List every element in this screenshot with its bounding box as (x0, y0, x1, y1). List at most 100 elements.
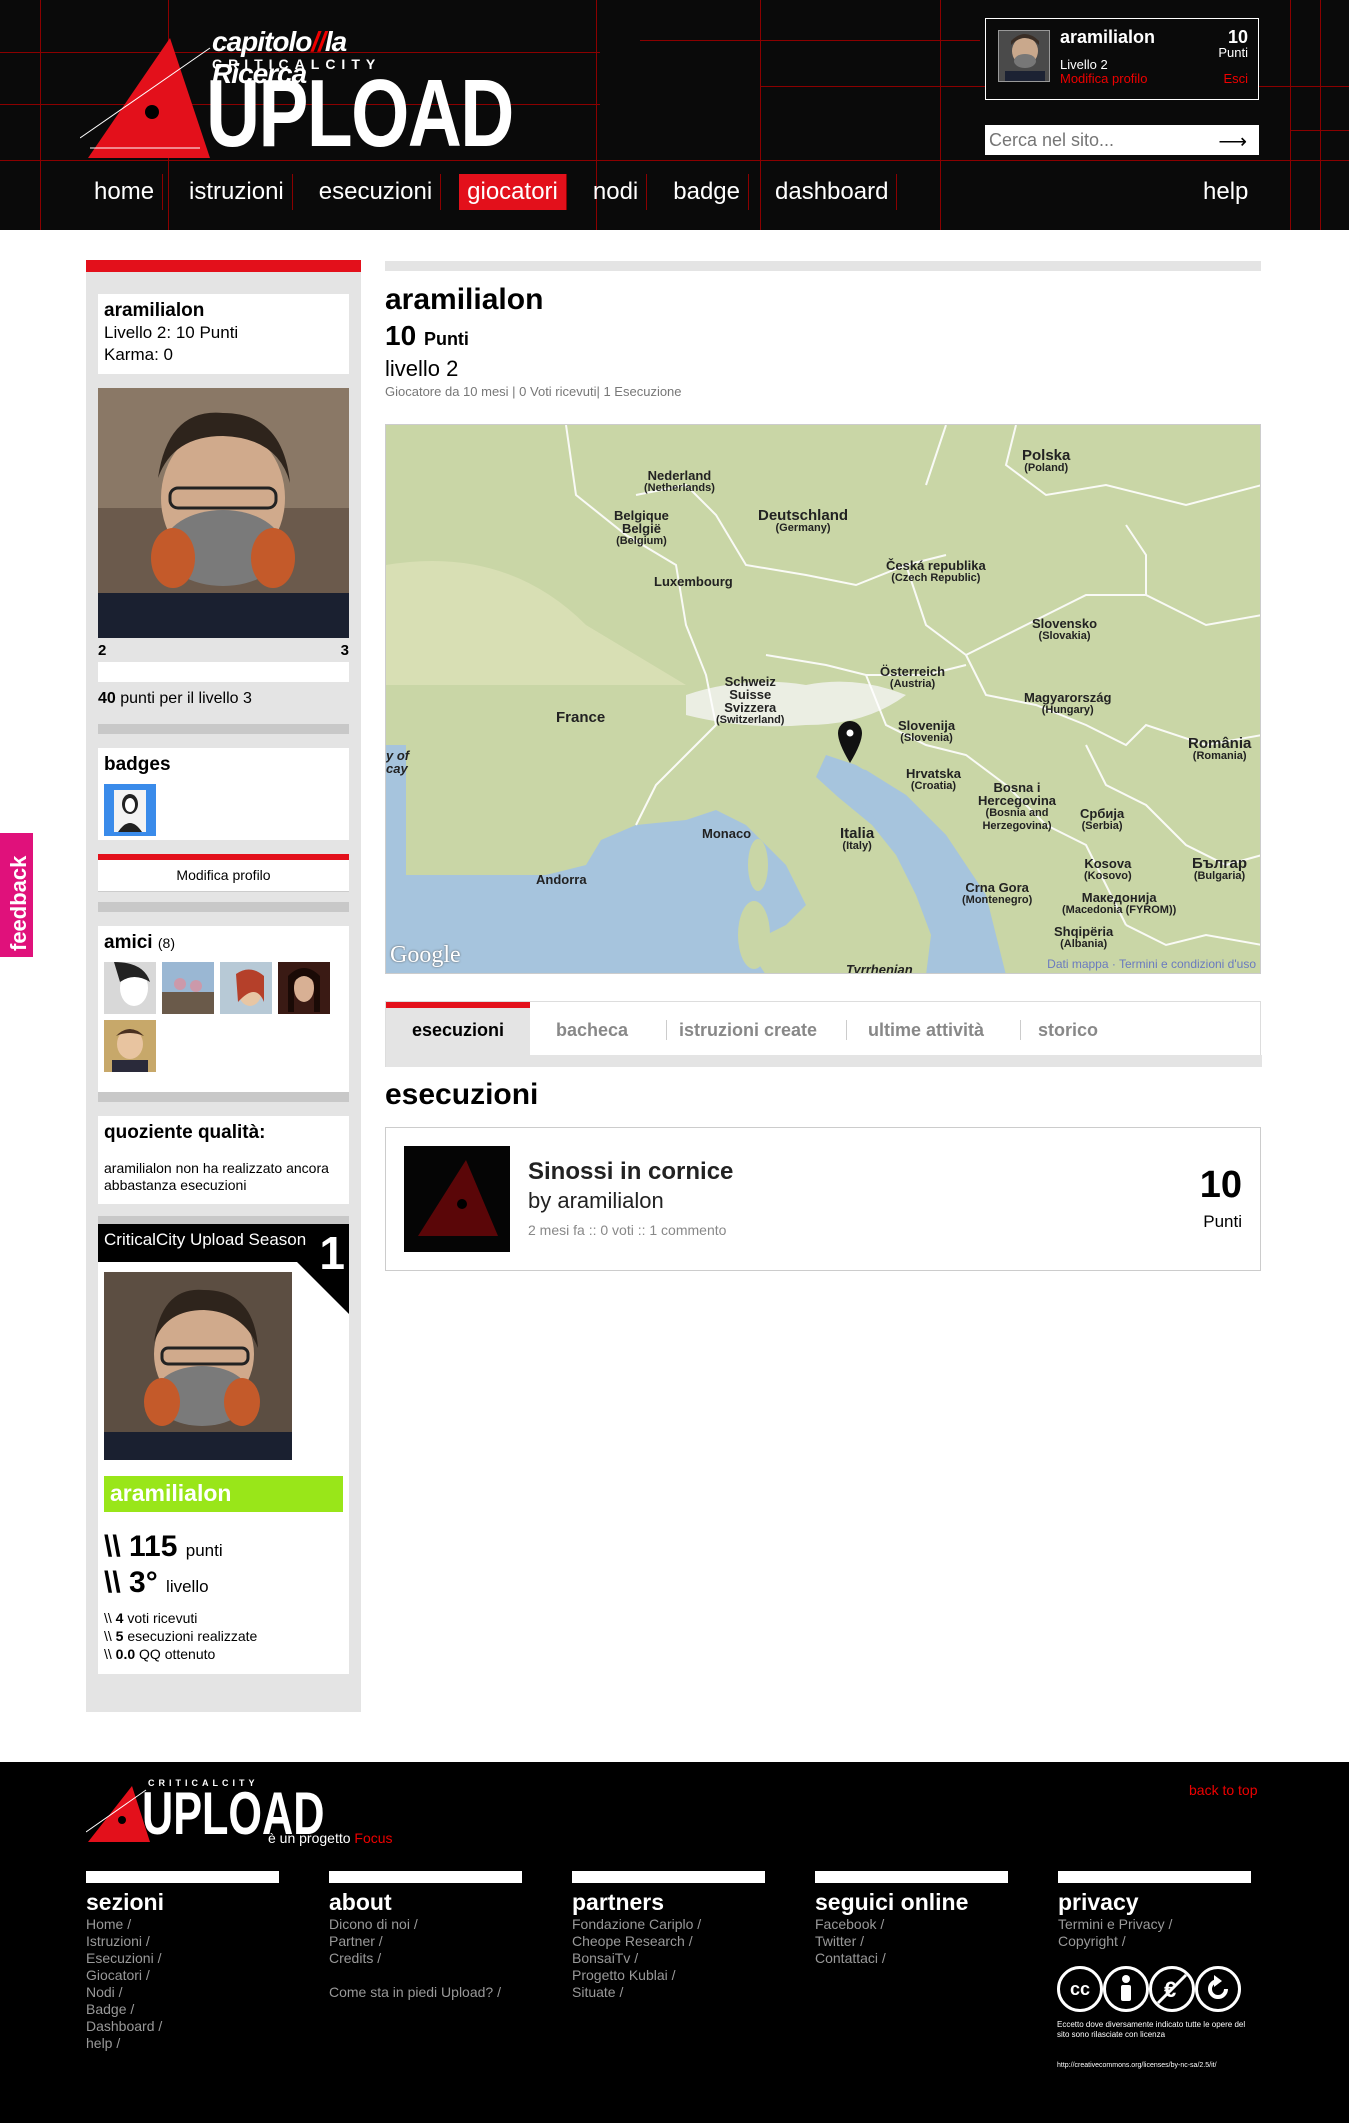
tab-istruzioni-create[interactable]: istruzioni create (679, 1020, 817, 1058)
edit-profile-link[interactable]: Modifica profilo (1060, 71, 1147, 86)
edit-profile-button[interactable]: Modifica profilo (98, 854, 349, 892)
map-label: Luxembourg (654, 574, 733, 589)
footer-link[interactable]: help / (86, 2035, 279, 2052)
profile-tabs: esecuzioni bacheca istruzioni create ult… (385, 1001, 1262, 1067)
execution-author[interactable]: by aramilialon (528, 1188, 664, 1214)
footer-link[interactable]: Progetto Kublai / (572, 1967, 765, 1984)
header-grid-line (40, 0, 41, 230)
footer-link[interactable]: Giocatori / (86, 1967, 279, 1984)
map-label: Shqipëria (Albania) (1054, 924, 1114, 950)
tab-separator (1020, 1020, 1021, 1040)
footer-link[interactable]: Facebook / (815, 1916, 1008, 1933)
user-name[interactable]: aramilialon (1060, 27, 1155, 48)
user-avatar[interactable] (998, 30, 1050, 82)
season-votes: \\ 4 voti ricevuti (104, 1610, 198, 1626)
friend-avatar[interactable] (220, 962, 272, 1014)
quality-quotient-box: quoziente qualità: aramilialon non ha re… (98, 1116, 349, 1204)
footer-link[interactable]: Cheope Research / (572, 1933, 765, 1950)
sidebar-divider (98, 1092, 349, 1102)
friend-avatar[interactable] (104, 962, 156, 1014)
player-points: 10 Punti (385, 320, 469, 351)
map-credits-link[interactable]: Dati mappa · Termini e condizioni d'uso (1047, 957, 1256, 971)
tab-storico[interactable]: storico (1038, 1020, 1098, 1058)
level-progress-bar (98, 662, 349, 682)
footer-link[interactable]: Termini e Privacy / (1058, 1916, 1251, 1933)
friend-avatar[interactable] (104, 1020, 156, 1072)
footer-logo[interactable]: CRITICALCITY UPLOAD (86, 1778, 324, 1848)
tab-ultime-attivita[interactable]: ultime attività (868, 1020, 984, 1058)
footer-spacer (329, 1967, 522, 1984)
executions-map[interactable]: Nederland (Netherlands) Belgique België (B… (385, 424, 1261, 974)
map-label: y of cay (386, 748, 410, 776)
tab-esecuzioni[interactable]: esecuzioni (386, 1002, 531, 1056)
profile-level: Livello 2: 10 Punti (104, 323, 239, 342)
execution-thumbnail[interactable] (404, 1146, 510, 1252)
site-logo[interactable]: capitolo//la Ricerca CRITICALCITY UPLOAD (80, 18, 514, 168)
feedback-tab[interactable]: feedback (0, 833, 33, 957)
footer-link[interactable]: Dashboard / (86, 2018, 279, 2035)
nav-esecuzioni[interactable]: esecuzioni (311, 174, 442, 210)
cc-nc-icon: € (1149, 1966, 1195, 2012)
sidebar-divider (98, 724, 349, 734)
user-box: aramilialon Livello 2 Modifica profilo 1… (985, 18, 1259, 100)
focus-link[interactable]: Focus (354, 1830, 392, 1846)
level-current: 2 (98, 642, 107, 659)
friend-avatar[interactable] (162, 962, 214, 1014)
person-icon (1121, 1975, 1131, 2001)
map-label: Monaco (702, 826, 752, 841)
feedback-label: feedback (6, 855, 31, 951)
footer-link[interactable]: Badge / (86, 2001, 279, 2018)
map-label: Србија (Serbia) (1080, 806, 1125, 832)
season-card: CriticalCity Upload Season 1 aramilialon… (98, 1224, 349, 1674)
footer-link[interactable]: Fondazione Cariplo / (572, 1916, 765, 1933)
footer-col-partners: partners Fondazione Cariplo / Cheope Res… (572, 1871, 765, 2001)
map-label: Kosova (Kosovo) (1084, 856, 1132, 882)
footer-link[interactable]: Credits / (329, 1950, 522, 1967)
map-label: România (Romania) (1188, 735, 1252, 762)
nav-badge[interactable]: badge (665, 174, 749, 210)
search-input[interactable] (985, 125, 1205, 155)
execution-title[interactable]: Sinossi in cornice (528, 1158, 733, 1186)
header-grid-line (1320, 0, 1321, 230)
friend-avatar[interactable] (278, 962, 330, 1014)
logout-link[interactable]: Esci (1223, 71, 1248, 86)
nav-help[interactable]: help (1195, 174, 1256, 210)
footer-link[interactable]: BonsaiTv / (572, 1950, 765, 1967)
friends-box: amici (8) (98, 926, 349, 1094)
footer-col-title: about (329, 1889, 392, 1915)
footer-link[interactable]: Partner / (329, 1933, 522, 1950)
footer-link[interactable]: Dicono di noi / (329, 1916, 522, 1933)
badge-monalisa[interactable] (104, 784, 156, 836)
footer-link[interactable]: Situate / (572, 1984, 765, 2001)
execution-card[interactable]: Sinossi in cornice by aramilialon 2 mesi… (385, 1127, 1261, 1271)
player-level: livello 2 (385, 356, 459, 381)
nav-nodi[interactable]: nodi (585, 174, 648, 210)
cc-url[interactable]: http://creativecommons.org/licenses/by-n… (1057, 2062, 1277, 2069)
map-label: Hrvatska (Croatia) (906, 766, 961, 792)
tabs-bottom-bar (386, 1055, 1262, 1067)
nav-home[interactable]: home (86, 174, 164, 210)
tab-separator (666, 1020, 667, 1040)
search-arrow-icon[interactable]: ⟶ (1218, 129, 1247, 154)
footer-link[interactable]: Twitter / (815, 1933, 1008, 1950)
main-nav: home istruzioni esecuzioni giocatori nod… (86, 174, 915, 212)
footer-link[interactable]: Come sta in piedi Upload? / (329, 1984, 522, 2001)
logo-brand: UPLOAD (206, 60, 514, 167)
footer-link[interactable]: Copyright / (1058, 1933, 1251, 1950)
map-label: Italia (Italy) (840, 825, 875, 852)
footer-col-seguici: seguici online Facebook / Twitter / Cont… (815, 1871, 1008, 1967)
season-level: \\ 3° livello (104, 1566, 209, 1599)
footer-link[interactable]: Home / (86, 1916, 279, 1933)
nav-giocatori[interactable]: giocatori (459, 174, 567, 210)
nav-istruzioni[interactable]: istruzioni (181, 174, 293, 210)
back-to-top-link[interactable]: back to top (1189, 1782, 1258, 1798)
season-photo-icon (104, 1272, 292, 1460)
footer-link[interactable]: Contattaci / (815, 1950, 1008, 1967)
footer-link[interactable]: Istruzioni / (86, 1933, 279, 1950)
nav-dashboard[interactable]: dashboard (767, 174, 898, 210)
no-commercial-icon: € (1156, 1973, 1188, 2005)
footer-link[interactable]: Nodi / (86, 1984, 279, 2001)
footer-link[interactable]: Esecuzioni / (86, 1950, 279, 1967)
tab-bacheca[interactable]: bacheca (556, 1020, 628, 1058)
season-title: CriticalCity Upload Season (98, 1224, 349, 1262)
